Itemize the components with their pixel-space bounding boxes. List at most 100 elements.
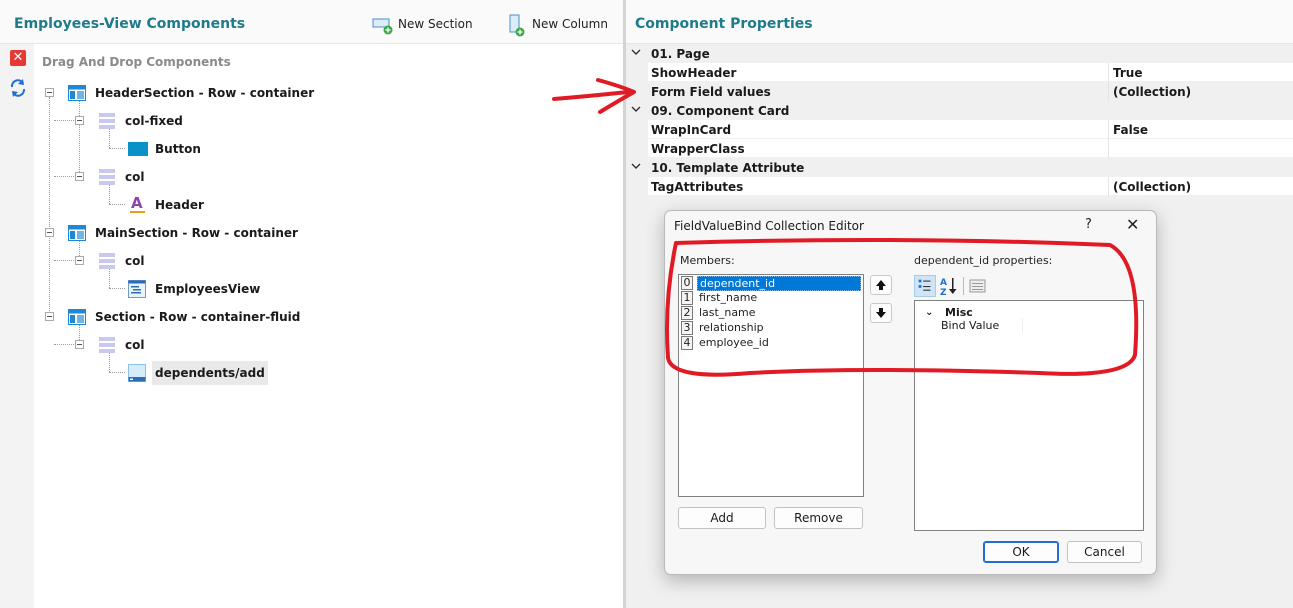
component-tree [34, 44, 623, 608]
property-row[interactable]: WrapperClass [626, 139, 1293, 158]
new-column-button[interactable]: New Column [508, 14, 608, 37]
row-gutter [626, 82, 648, 101]
tree-node-header-section[interactable]: HeaderSection - Row - container [95, 86, 314, 100]
chevron-down-icon [631, 106, 641, 112]
tree-node-section[interactable]: Section - Row - container-fluid [95, 310, 300, 324]
tree-line [109, 128, 110, 148]
chevron-down-icon [631, 49, 641, 55]
member-item[interactable]: 2 last_name [681, 306, 861, 321]
svg-text:A: A [940, 278, 947, 288]
tree-node-col-fixed[interactable]: col-fixed [125, 114, 183, 128]
collapse-toggle[interactable] [75, 256, 84, 265]
row-gutter [626, 120, 648, 139]
tool-strip [0, 44, 34, 608]
move-down-button[interactable] [870, 303, 892, 323]
member-item[interactable]: 3 relationship [681, 321, 861, 336]
text-header-icon: A [130, 194, 145, 213]
ok-button[interactable]: OK [983, 541, 1059, 563]
property-category[interactable]: 01. Page [626, 44, 1293, 63]
collapse-toggle[interactable] [45, 228, 54, 237]
column-layout-icon [99, 169, 115, 185]
collapse-toggle[interactable] [75, 116, 84, 125]
property-row[interactable]: ShowHeader True [626, 63, 1293, 82]
new-section-label: New Section [398, 17, 473, 31]
property-grid: 01. Page ShowHeader True Form Field valu… [626, 44, 1293, 196]
properties-label: dependent_id properties: [914, 254, 1053, 267]
bind-value-row[interactable]: Bind Value [916, 318, 1143, 334]
move-up-button[interactable] [870, 275, 892, 295]
categorized-icon[interactable] [914, 275, 936, 297]
components-pane: Employees-View Components New Section Ne… [0, 0, 623, 608]
property-name: WrapperClass [651, 142, 745, 156]
property-pages-icon[interactable] [967, 275, 989, 297]
category-name: 09. Component Card [651, 104, 790, 118]
collapse-toggle[interactable] [45, 312, 54, 321]
sort-alpha-icon[interactable]: A Z [938, 275, 960, 297]
tree-node-col[interactable]: col [125, 338, 144, 352]
member-item[interactable]: 0 dependent_id [681, 276, 861, 291]
property-row[interactable]: Form Field values (Collection) [626, 82, 1293, 101]
collapse-toggle[interactable] [45, 88, 54, 97]
tree-line [54, 260, 74, 261]
member-index: 0 [681, 276, 693, 290]
property-row[interactable]: WrapInCard False [626, 120, 1293, 139]
member-item[interactable]: 1 first_name [681, 291, 861, 306]
cancel-button[interactable]: Cancel [1067, 541, 1142, 563]
members-list[interactable]: 0 dependent_id 1 first_name 2 last_name … [678, 274, 864, 497]
property-name: ShowHeader [651, 66, 737, 80]
tree-node-button[interactable]: Button [155, 142, 201, 156]
add-button[interactable]: Add [678, 507, 766, 529]
property-row[interactable]: TagAttributes (Collection) [626, 177, 1293, 196]
dialog-title: FieldValueBind Collection Editor [674, 219, 864, 233]
properties-toolbar: A Z [914, 275, 994, 297]
column-separator [1108, 177, 1109, 196]
member-property-grid[interactable]: ⌄ Misc Bind Value [914, 300, 1144, 531]
member-name: relationship [699, 321, 764, 334]
member-item[interactable]: 4 employee_id [681, 336, 861, 351]
property-category[interactable]: 10. Template Attribute [626, 158, 1293, 177]
properties-title: Component Properties [635, 16, 813, 32]
tree-node-dependents-add[interactable]: dependents/add [152, 361, 268, 385]
svg-text:A: A [131, 194, 143, 212]
collapse-toggle[interactable] [75, 340, 84, 349]
components-header: Employees-View Components New Section Ne… [0, 0, 623, 44]
tree-node-col[interactable]: col [125, 254, 144, 268]
chevron-down-icon [631, 163, 641, 169]
tree-line [54, 120, 74, 121]
tree-line [109, 352, 110, 372]
tree-line [79, 100, 80, 176]
row-gutter [626, 177, 648, 196]
property-category[interactable]: 09. Component Card [626, 101, 1293, 120]
svg-text:Z: Z [940, 288, 947, 297]
members-label: Members: [680, 254, 735, 267]
tree-node-main-section[interactable]: MainSection - Row - container [95, 226, 298, 240]
new-section-button[interactable]: New Section [372, 14, 473, 36]
row-gutter [626, 139, 648, 158]
close-button[interactable]: ✕ [1126, 215, 1139, 234]
refresh-icon[interactable] [9, 78, 27, 98]
column-separator [1108, 120, 1109, 139]
category-name: 10. Template Attribute [651, 161, 805, 175]
form-icon [128, 364, 146, 382]
property-name: Form Field values [651, 85, 771, 99]
row-layout-icon [68, 309, 86, 325]
member-name: dependent_id [697, 276, 861, 291]
help-button[interactable]: ? [1085, 217, 1092, 232]
property-value[interactable]: False [1113, 123, 1148, 137]
collection-editor-dialog: FieldValueBind Collection Editor ? ✕ Mem… [664, 210, 1157, 575]
property-value[interactable]: (Collection) [1113, 180, 1191, 194]
close-icon[interactable]: ✕ [10, 50, 26, 66]
collapse-toggle[interactable] [75, 172, 84, 181]
tree-line [109, 372, 125, 373]
property-value[interactable]: (Collection) [1113, 85, 1191, 99]
property-value[interactable]: True [1113, 66, 1142, 80]
tree-node-header[interactable]: Header [155, 198, 204, 212]
remove-button[interactable]: Remove [774, 507, 863, 529]
tree-node-employees-view[interactable]: EmployeesView [155, 282, 260, 296]
bind-value-field[interactable] [1022, 318, 1142, 333]
column-layout-icon [99, 113, 115, 129]
property-name: Bind Value [941, 319, 1000, 332]
column-separator [1108, 63, 1109, 82]
member-name: last_name [699, 306, 756, 319]
tree-node-col[interactable]: col [125, 170, 144, 184]
